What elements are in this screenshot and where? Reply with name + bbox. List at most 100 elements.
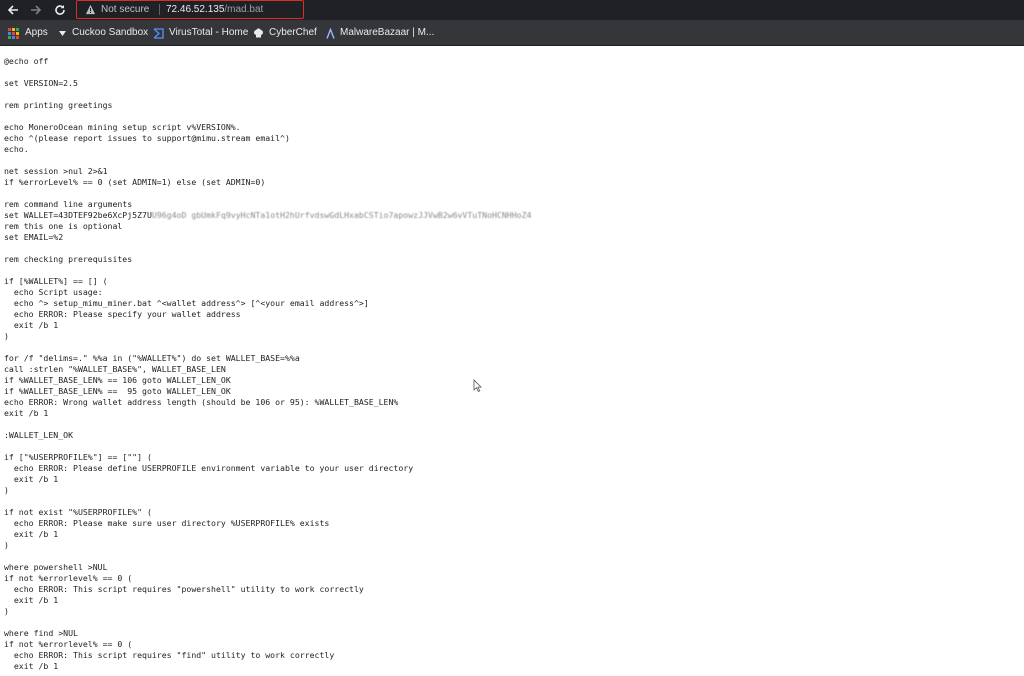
script-line: if ["%USERPROFILE%"] == [""] ( (4, 452, 1024, 463)
script-line: ) (4, 485, 1024, 496)
script-line: echo ERROR: This script requires "powers… (4, 584, 1024, 595)
script-line: if not %errorlevel% == 0 ( (4, 573, 1024, 584)
script-line-text: echo ERROR: Please define USERPROFILE en… (4, 463, 414, 473)
script-line: where find >NUL (4, 628, 1024, 639)
script-line-text: if %WALLET_BASE_LEN% == 106 goto WALLET_… (4, 375, 231, 385)
script-line (4, 155, 1024, 166)
batch-script-source: @echo off set VERSION=2.5 rem printing gre… (0, 47, 1024, 672)
script-line-text: if not exist "%USERPROFILE%" ( (4, 507, 152, 517)
address-bar-divider (159, 4, 160, 15)
script-line-text: for /f "delims=." %%a in ("%WALLET%") do… (4, 353, 300, 363)
security-status-label[interactable]: Not secure (101, 4, 149, 15)
script-line-text: rem command line arguments (4, 199, 133, 209)
script-line: ) (4, 331, 1024, 342)
apps-grid-icon (8, 27, 19, 39)
script-line: echo ^> setup_mimu_miner.bat ^<wallet ad… (4, 298, 1024, 309)
script-line (4, 265, 1024, 276)
bookmark-malwarebazaar[interactable]: MalwareBazaar | M... (326, 26, 434, 40)
url-text[interactable]: 72.46.52.135/mad.bat (166, 4, 263, 15)
url-host: 72.46.52.135 (166, 4, 225, 15)
script-line (4, 243, 1024, 254)
script-line-text: echo ERROR: Wrong wallet address length … (4, 397, 399, 407)
script-line-text: if ["%USERPROFILE%"] == [""] ( (4, 452, 152, 462)
bookmark-label: CyberChef (269, 27, 317, 38)
script-line: echo ERROR: Please specify your wallet a… (4, 309, 1024, 320)
bookmark-label: Apps (25, 27, 48, 38)
script-line-text: echo ERROR: This script requires "find" … (4, 650, 335, 660)
reload-button[interactable] (50, 0, 70, 20)
script-line: exit /b 1 (4, 408, 1024, 419)
script-line-text: if %WALLET_BASE_LEN% == 95 goto WALLET_L… (4, 386, 231, 396)
script-line-text: echo ERROR: Please specify your wallet a… (4, 309, 241, 319)
script-line-text: where powershell >NUL (4, 562, 108, 572)
script-line: exit /b 1 (4, 661, 1024, 672)
forward-button[interactable] (26, 0, 46, 20)
script-line-text: echo MoneroOcean mining setup script v%V… (4, 122, 241, 132)
script-line-text: exit /b 1 (4, 408, 49, 418)
url-path: /mad.bat (224, 4, 264, 15)
script-line: for /f "delims=." %%a in ("%WALLET%") do… (4, 353, 1024, 364)
script-line: @echo off (4, 56, 1024, 67)
arrow-left-icon (7, 5, 18, 15)
virustotal-icon (153, 27, 164, 39)
arrow-right-icon (31, 5, 42, 15)
script-line-text: if [%WALLET%] == [] ( (4, 276, 108, 286)
script-line-text: rem checking prerequisites (4, 254, 133, 264)
script-line-text: exit /b 1 (4, 595, 59, 605)
script-line-text: exit /b 1 (4, 320, 59, 330)
bookmarks-bar: Apps Cuckoo Sandbox VirusTotal - Home Cy… (0, 20, 1024, 46)
script-line-text: if %errorLevel% == 0 (set ADMIN=1) else … (4, 177, 266, 187)
script-line-text: ) (4, 540, 9, 550)
script-line (4, 89, 1024, 100)
script-line: echo MoneroOcean mining setup script v%V… (4, 122, 1024, 133)
bookmark-virustotal[interactable]: VirusTotal - Home (153, 26, 248, 40)
script-line (4, 496, 1024, 507)
script-line: exit /b 1 (4, 595, 1024, 606)
script-line: if %WALLET_BASE_LEN% == 95 goto WALLET_L… (4, 386, 1024, 397)
bookmark-label: Cuckoo Sandbox (72, 27, 149, 38)
script-line-text: set VERSION=2.5 (4, 78, 78, 88)
reload-icon (55, 5, 65, 15)
script-line (4, 111, 1024, 122)
script-line: rem this one is optional (4, 221, 1024, 232)
script-line: echo ^(please report issues to support@m… (4, 133, 1024, 144)
script-line (4, 342, 1024, 353)
page-content: @echo off set VERSION=2.5 rem printing gre… (0, 47, 1024, 676)
bookmark-cuckoo-sandbox[interactable]: Cuckoo Sandbox (58, 26, 148, 40)
script-line: ) (4, 606, 1024, 617)
script-line-text: ) (4, 606, 9, 616)
script-line: if not %errorlevel% == 0 ( (4, 639, 1024, 650)
script-line: exit /b 1 (4, 474, 1024, 485)
bookmark-label: MalwareBazaar | M... (340, 27, 435, 38)
script-line-text: :WALLET_LEN_OK (4, 430, 74, 440)
back-button[interactable] (3, 0, 23, 20)
script-line: echo. (4, 144, 1024, 155)
script-line-text: ) (4, 485, 9, 495)
address-bar[interactable]: Not secure 72.46.52.135/mad.bat (76, 0, 304, 19)
script-line: rem checking prerequisites (4, 254, 1024, 265)
bookmark-apps[interactable]: Apps (8, 26, 48, 40)
script-line (4, 67, 1024, 78)
script-line: rem command line arguments (4, 199, 1024, 210)
script-line-text: rem printing greetings (4, 100, 113, 110)
script-line-text: exit /b 1 (4, 529, 59, 539)
chef-hat-icon (254, 28, 263, 37)
script-line: echo ERROR: Please make sure user direct… (4, 518, 1024, 529)
script-line: net session >nul 2>&1 (4, 166, 1024, 177)
browser-toolbar: Not secure 72.46.52.135/mad.bat (0, 0, 1024, 20)
warning-triangle-icon (85, 4, 96, 15)
script-line-text: where find >NUL (4, 628, 78, 638)
script-line-text: echo ^(please report issues to support@m… (4, 133, 290, 143)
script-line (4, 441, 1024, 452)
lambda-icon (326, 27, 335, 39)
script-line-text: echo. (4, 144, 29, 154)
script-line (4, 419, 1024, 430)
bookmark-cyberchef[interactable]: CyberChef (253, 26, 317, 40)
script-line: set EMAIL=%2 (4, 232, 1024, 243)
script-line-text: echo ^> setup_mimu_miner.bat ^<wallet ad… (4, 298, 369, 308)
script-line-text: exit /b 1 (4, 661, 59, 671)
script-line: call :strlen "%WALLET_BASE%", WALLET_BAS… (4, 364, 1024, 375)
script-line: echo ERROR: This script requires "find" … (4, 650, 1024, 661)
script-line (4, 551, 1024, 562)
obscured-wallet-address: U96g4oD gbUmkFq9vyHcNTa1otH2hUrfvdswGdLH… (151, 210, 532, 220)
